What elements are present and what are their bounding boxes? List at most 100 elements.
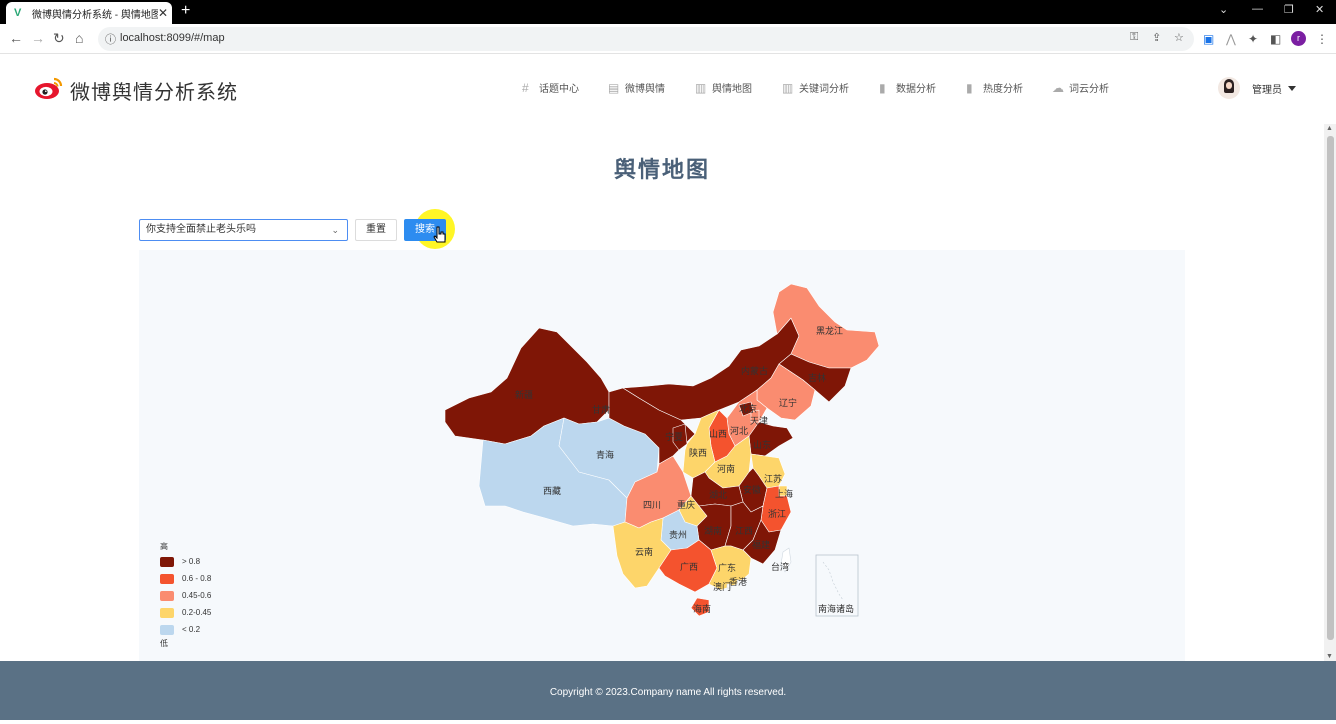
bar-chart-icon: ▮ <box>879 80 886 95</box>
legend-item[interactable]: 0.45-0.6 <box>160 587 211 604</box>
nav-label: 词云分析 <box>1069 84 1109 95</box>
nav-label: 关键词分析 <box>799 84 849 95</box>
back-icon[interactable]: ← <box>9 30 23 46</box>
page-title: 舆情地图 <box>613 157 710 182</box>
copyright-text: Copyright © 2023.Company name All rights… <box>549 687 787 698</box>
label-macau: 澳门 <box>713 581 731 592</box>
cloud-icon: ☁ <box>1052 80 1064 95</box>
nav-weibo-opinion[interactable]: ▤ 微博舆情 <box>608 80 665 96</box>
browser-tab[interactable]: V 微博舆情分析系统 - 舆情地图 ✕ <box>6 2 172 24</box>
puzzle-icon[interactable]: ✦ <box>1248 32 1258 46</box>
nav-label: 数据分析 <box>896 84 936 95</box>
nav-topic-center[interactable]: # 话题中心 <box>522 80 579 96</box>
legend-swatch <box>160 624 174 635</box>
label-hongkong: 香港 <box>729 576 747 587</box>
nav-label: 舆情地图 <box>712 84 752 95</box>
label-hubei: 湖北 <box>709 490 727 500</box>
tab-search-icon[interactable]: ⌄ <box>1219 3 1228 16</box>
weibo-logo-icon <box>35 77 63 99</box>
legend-high-label: 高 <box>160 542 168 551</box>
key-icon[interactable]: ⚿ <box>1130 31 1138 44</box>
share-icon[interactable]: ⇪ <box>1152 31 1161 44</box>
site-info-icon[interactable]: ⓘ <box>105 31 116 47</box>
nav-keyword-analysis[interactable]: ▥ 关键词分析 <box>782 80 849 96</box>
hash-icon: # <box>522 80 529 95</box>
label-xinjiang: 新疆 <box>515 389 533 400</box>
map-legend: 高 > 0.8 0.6 - 0.8 0.45-0.6 0.2-0.45 < 0.… <box>160 541 211 650</box>
forward-icon[interactable]: → <box>31 30 45 46</box>
bookmark-star-icon[interactable]: ☆ <box>1174 31 1184 44</box>
building-icon: ▥ <box>782 80 794 95</box>
extension-icon[interactable]: ▣ <box>1203 32 1214 46</box>
label-beijing: 北京 <box>739 403 757 414</box>
topic-select[interactable]: 你支持全面禁止老头乐吗 ⌄ <box>139 219 348 241</box>
side-panel-icon[interactable]: ◧ <box>1270 32 1281 46</box>
url-text[interactable]: localhost:8099/#/map <box>120 32 225 44</box>
label-zhejiang: 浙江 <box>768 508 786 519</box>
label-shandong: 山东 <box>753 439 771 450</box>
nav-word-cloud[interactable]: ☁ 词云分析 <box>1052 80 1109 96</box>
legend-low-label: 低 <box>160 639 168 648</box>
scroll-down-icon[interactable]: ▼ <box>1326 653 1333 660</box>
nav-opinion-map[interactable]: ▥ 舆情地图 <box>695 80 752 96</box>
page-scrollbar[interactable]: ▲ ▼ <box>1324 124 1336 661</box>
restore-icon[interactable]: ❐ <box>1284 3 1294 16</box>
avatar[interactable] <box>1218 77 1240 99</box>
footer: Copyright © 2023.Company name All rights… <box>0 661 1336 720</box>
document-icon: ▤ <box>608 80 620 95</box>
label-shanxi: 山西 <box>709 429 727 439</box>
extension-icon[interactable]: ⋀ <box>1226 32 1236 46</box>
label-guangxi: 广西 <box>680 561 698 572</box>
scrollbar-thumb[interactable] <box>1327 136 1334 640</box>
label-hebei: 河北 <box>730 425 748 436</box>
opinion-map[interactable]: 新疆 西藏 青海 甘肃 内蒙古 黑龙江 吉林 辽宁 北京 天津 河北 山西 宁夏… <box>139 250 1185 661</box>
label-shaanxi: 陕西 <box>689 447 707 458</box>
province-shandong[interactable] <box>748 421 794 457</box>
scroll-up-icon[interactable]: ▲ <box>1326 125 1333 132</box>
label-hunan: 湖南 <box>704 525 722 536</box>
label-shanghai: 上海 <box>775 488 793 499</box>
close-tab-icon[interactable]: ✕ <box>158 6 168 20</box>
user-name[interactable]: 管理员 <box>1252 81 1282 96</box>
nav-heat-analysis[interactable]: ▮ 热度分析 <box>966 80 1023 96</box>
brand-title[interactable]: 微博舆情分析系统 <box>70 76 238 105</box>
legend-label: 0.6 - 0.8 <box>182 574 212 583</box>
china-map[interactable]: 新疆 西藏 青海 甘肃 内蒙古 黑龙江 吉林 辽宁 北京 天津 河北 山西 宁夏… <box>139 250 1185 661</box>
label-sichuan: 四川 <box>643 500 661 510</box>
profile-avatar[interactable]: r <box>1291 31 1306 46</box>
bar-chart-icon: ▮ <box>966 80 973 95</box>
label-heilongjiang: 黑龙江 <box>816 325 843 336</box>
reload-icon[interactable]: ↻ <box>53 30 65 47</box>
legend-label: 0.2-0.45 <box>182 608 212 617</box>
legend-label: > 0.8 <box>182 557 201 566</box>
user-menu[interactable]: 管理员 <box>1218 77 1296 99</box>
reset-button[interactable]: 重置 <box>355 219 397 241</box>
label-chongqing: 重庆 <box>677 499 695 510</box>
home-icon[interactable]: ⌂ <box>75 30 83 46</box>
legend-item[interactable]: > 0.8 <box>160 553 211 570</box>
nav-data-analysis[interactable]: ▮ 数据分析 <box>879 80 936 96</box>
more-menu-icon[interactable]: ⋮ <box>1316 32 1328 46</box>
label-anhui: 安徽 <box>743 484 761 495</box>
label-guizhou: 贵州 <box>669 529 687 540</box>
new-tab-button[interactable]: + <box>181 3 190 19</box>
browser-toolbar: ← → ↻ ⌂ ⓘ localhost:8099/#/map ⚿ ⇪ ☆ ▣ ⋀… <box>0 24 1336 54</box>
close-window-icon[interactable]: ✕ <box>1315 3 1324 16</box>
label-henan: 河南 <box>717 463 735 474</box>
legend-swatch <box>160 556 174 567</box>
topic-select-value: 你支持全面禁止老头乐吗 <box>146 224 256 235</box>
label-south-china-sea: 南海诸岛 <box>818 603 854 614</box>
label-hainan: 海南 <box>693 603 711 614</box>
address-bar[interactable]: ⓘ localhost:8099/#/map ⚿ ⇪ ☆ <box>98 27 1194 51</box>
minimize-icon[interactable]: — <box>1252 3 1263 15</box>
label-gansu: 甘肃 <box>592 404 610 415</box>
legend-item[interactable]: 0.6 - 0.8 <box>160 570 211 587</box>
legend-item[interactable]: < 0.2 <box>160 621 211 638</box>
legend-item[interactable]: 0.2-0.45 <box>160 604 211 621</box>
caret-down-icon[interactable] <box>1288 85 1296 91</box>
legend-swatch <box>160 573 174 584</box>
tab-title: 微博舆情分析系统 - 舆情地图 <box>32 9 158 21</box>
chevron-down-icon: ⌄ <box>331 225 339 235</box>
vue-favicon-icon: V <box>14 7 22 19</box>
label-yunnan: 云南 <box>635 546 653 557</box>
